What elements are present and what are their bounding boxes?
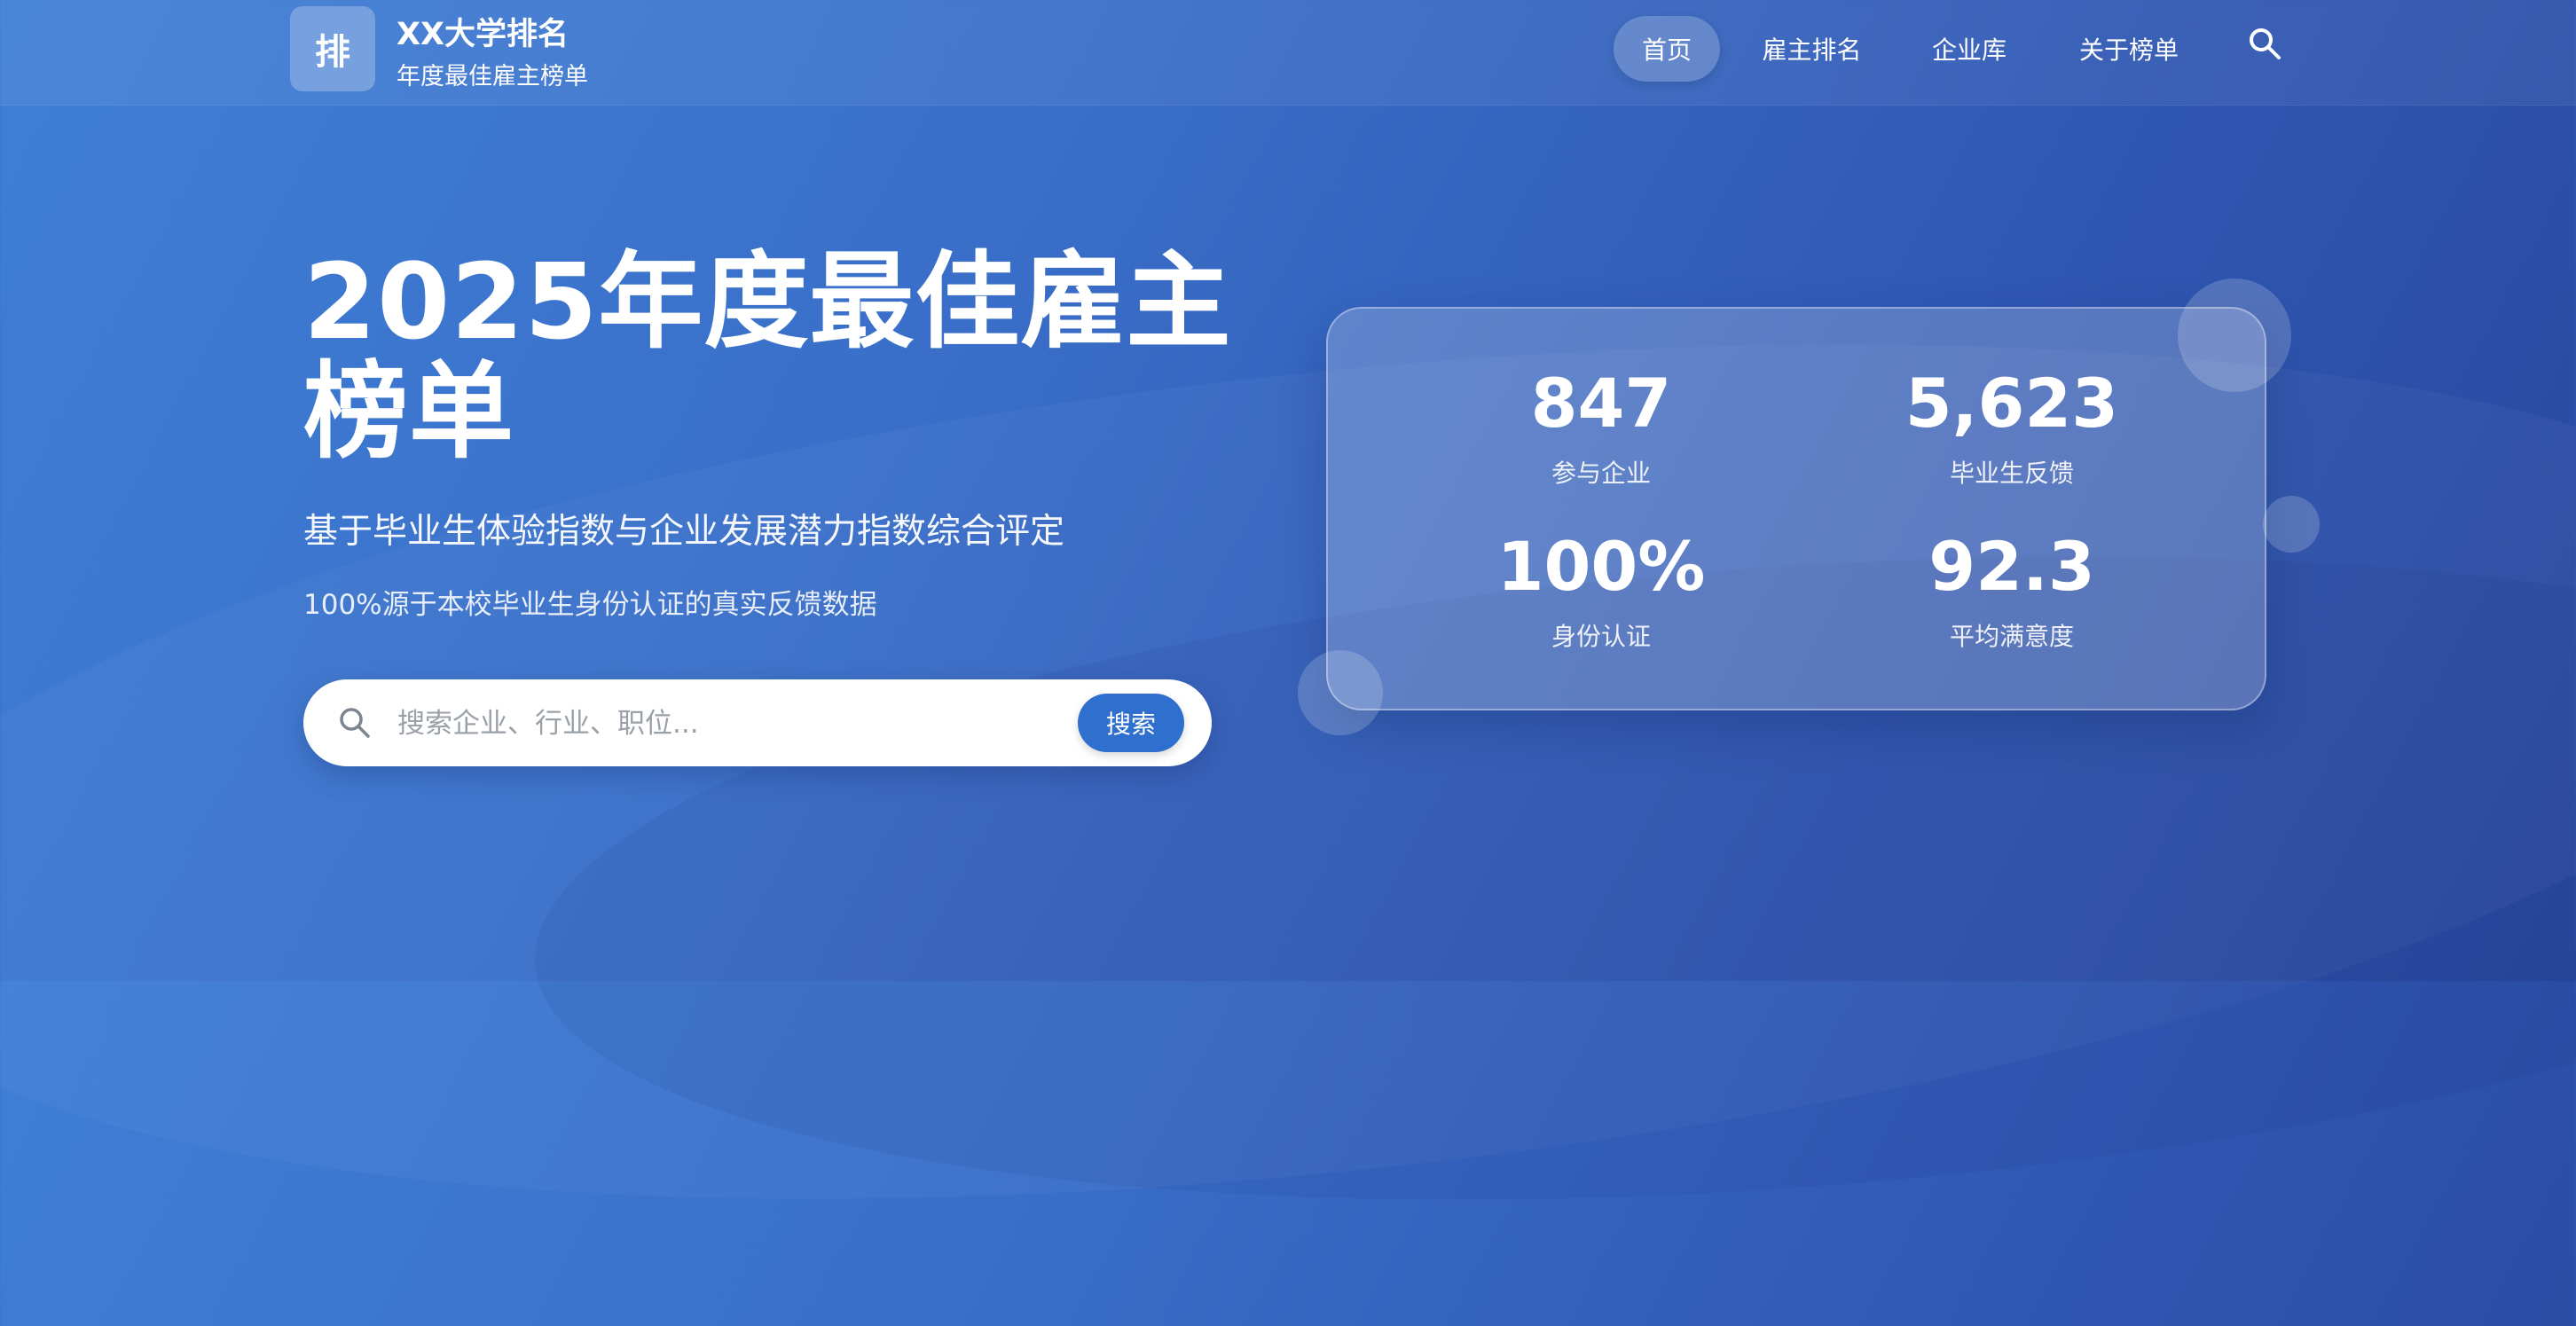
search-icon[interactable] [2246, 25, 2285, 64]
stat-label-verification: 身份认证 [1551, 622, 1651, 651]
decorative-bubble [2263, 496, 2320, 553]
stat-value-verification: 100% [1496, 527, 1706, 606]
search-bar: 搜索 [303, 679, 1212, 766]
hero-title-line: 榜单 [303, 350, 515, 473]
hero-subtitle: 基于毕业生体验指数与企业发展潜力指数综合评定 [303, 512, 1065, 552]
hero-title: 2025年度最佳雇主 榜单 [303, 247, 1279, 467]
logo-icon[interactable]: 排 [290, 6, 375, 91]
hero-description: 100%源于本校毕业生身份认证的真实反馈数据 [303, 589, 877, 621]
nav-item-company-library[interactable]: 企业库 [1925, 16, 2014, 82]
stat-label-satisfaction: 平均满意度 [1949, 622, 2074, 651]
stat-label-companies: 参与企业 [1551, 459, 1651, 488]
top-navbar: 排 XX大学排名 年度最佳雇主榜单 首页 雇主排名 企业库 关于榜单 [0, 0, 2576, 106]
stat-value-feedback: 5,623 [1905, 364, 2119, 443]
stats-card: 847 参与企业 5,623 毕业生反馈 100% 身份认证 92.3 平均满意… [1326, 307, 2266, 710]
brand-title[interactable]: XX大学排名 [397, 9, 569, 54]
stat-value-companies: 847 [1530, 364, 1672, 443]
brand-subtitle: 年度最佳雇主榜单 [397, 63, 588, 90]
nav-item-about-list[interactable]: 关于榜单 [2071, 16, 2187, 82]
stat-label-feedback: 毕业生反馈 [1949, 459, 2074, 488]
hero-title-line: 2025年度最佳雇主 [303, 240, 1232, 363]
stat-value-satisfaction: 92.3 [1928, 527, 2095, 606]
nav-item-employer-ranking[interactable]: 雇主排名 [1756, 16, 1867, 82]
decorative-bubble [1298, 650, 1383, 735]
search-input[interactable] [396, 701, 1011, 747]
decorative-bubble [2178, 279, 2291, 392]
search-button[interactable]: 搜索 [1078, 694, 1184, 752]
search-icon [335, 703, 374, 742]
nav-item-home[interactable]: 首页 [1614, 16, 1720, 82]
